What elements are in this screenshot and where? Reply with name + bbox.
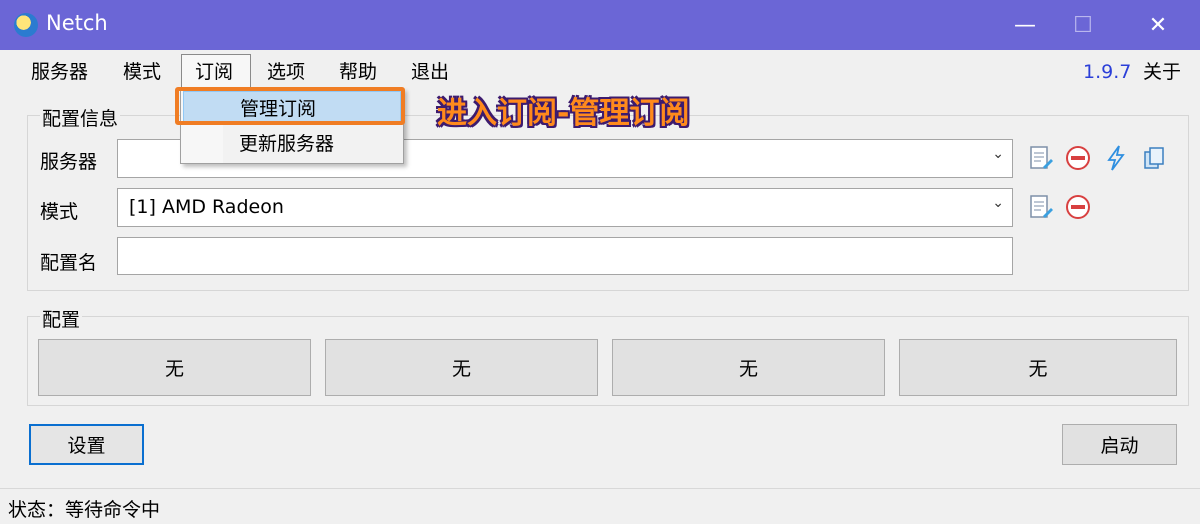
speed-test-icon[interactable]	[1103, 145, 1129, 171]
server-label: 服务器	[40, 151, 98, 173]
window-title: Netch	[46, 11, 108, 35]
minimize-icon: —	[1014, 12, 1036, 38]
menu-item-update-servers[interactable]: 更新服务器	[183, 127, 401, 161]
profile-button-1[interactable]: 无	[38, 339, 311, 396]
mode-label: 模式	[40, 201, 79, 223]
app-logo-icon	[14, 13, 38, 37]
profile-button-3[interactable]: 无	[612, 339, 885, 396]
delete-mode-icon[interactable]	[1065, 194, 1091, 220]
settings-button[interactable]: 设置	[29, 424, 144, 465]
menu-options[interactable]: 选项	[267, 58, 305, 86]
profile-name-input[interactable]	[117, 237, 1013, 275]
chevron-down-icon: ⌄	[992, 146, 1004, 162]
profile-name-label: 配置名	[40, 252, 98, 274]
mode-select[interactable]: [1] AMD Radeon ⌄	[117, 188, 1013, 227]
highlight-box	[175, 87, 405, 125]
menu-about[interactable]: 关于	[1143, 58, 1181, 86]
menu-servers[interactable]: 服务器	[31, 58, 88, 86]
close-icon: ✕	[1148, 12, 1168, 38]
status-bar	[0, 488, 1200, 524]
start-button[interactable]: 启动	[1062, 424, 1177, 465]
menu-help[interactable]: 帮助	[339, 58, 377, 86]
edit-mode-icon[interactable]	[1028, 194, 1054, 220]
status-text: 状态：等待命令中	[8, 499, 161, 521]
annotation-callout: 进入订阅-管理订阅	[437, 96, 690, 131]
maximize-icon: ☐	[1073, 12, 1093, 38]
profile-button-4[interactable]: 无	[899, 339, 1177, 396]
minimize-button[interactable]: —	[995, 0, 1055, 50]
menu-mode[interactable]: 模式	[123, 58, 161, 86]
chevron-down-icon: ⌄	[992, 195, 1004, 211]
profiles-title: 配置	[40, 305, 83, 332]
delete-server-icon[interactable]	[1065, 145, 1091, 171]
version-link[interactable]: 1.9.7	[1083, 58, 1131, 86]
profile-button-2[interactable]: 无	[325, 339, 598, 396]
menu-subscription[interactable]: 订阅	[195, 58, 233, 86]
copy-server-icon[interactable]	[1141, 145, 1167, 171]
close-button[interactable]: ✕	[1128, 0, 1188, 50]
menu-exit[interactable]: 退出	[411, 58, 449, 86]
edit-server-icon[interactable]	[1028, 145, 1054, 171]
mode-select-value: [1] AMD Radeon	[129, 196, 284, 218]
config-info-title: 配置信息	[40, 104, 121, 131]
maximize-button[interactable]: ☐	[1053, 0, 1113, 50]
